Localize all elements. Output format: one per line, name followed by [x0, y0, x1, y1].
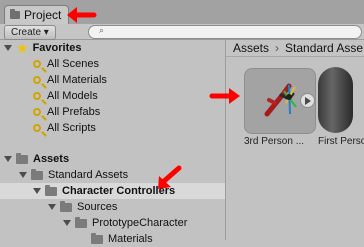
- red-arrow-annotation-icon: [67, 7, 97, 23]
- folder-icon: [10, 9, 20, 19]
- breadcrumb-separator: ›: [275, 41, 280, 55]
- favorite-item-all-prefabs[interactable]: All Prefabs: [33, 104, 100, 120]
- search-icon: [33, 108, 41, 116]
- tab-label: Project: [24, 8, 62, 22]
- chevron-down-icon: [33, 188, 41, 194]
- star-icon: ★: [16, 40, 29, 56]
- tree-label: PrototypeCharacter: [92, 217, 188, 229]
- capsule-prefab-icon[interactable]: [318, 67, 353, 133]
- search-icon: ⌕: [99, 25, 105, 35]
- red-arrow-annotation-icon: [158, 165, 182, 189]
- chevron-down-icon: [4, 156, 12, 162]
- favorite-label: All Models: [47, 90, 98, 102]
- search-icon: [33, 60, 41, 68]
- favorites-label: Favorites: [32, 42, 82, 54]
- favorite-label: All Prefabs: [47, 106, 101, 118]
- breadcrumb-item[interactable]: Assets: [233, 41, 269, 55]
- folder-icon: [16, 152, 28, 164]
- assets-header[interactable]: Assets: [4, 151, 69, 167]
- project-toolbar: Create ▾ ⌕: [0, 24, 364, 40]
- tree-item-character-controllers[interactable]: Character Controllers: [0, 183, 225, 199]
- tab-project[interactable]: Project: [4, 5, 70, 24]
- favorite-label: All Scripts: [47, 122, 96, 134]
- breadcrumb-item[interactable]: Standard Asse: [285, 41, 363, 55]
- favorite-item-all-models[interactable]: All Models: [33, 88, 98, 104]
- tree-label: Materials: [108, 233, 153, 245]
- search-input[interactable]: ⌕: [88, 25, 362, 39]
- red-arrow-annotation-icon: [209, 88, 240, 104]
- tree-label: Sources: [77, 201, 118, 213]
- tree-item-standard-assets[interactable]: Standard Assets: [19, 167, 128, 183]
- project-sidebar: ★ Favorites All Scenes All Materials All…: [0, 40, 226, 245]
- favorite-item-all-scripts[interactable]: All Scripts: [33, 120, 96, 136]
- chevron-down-icon: [19, 172, 27, 178]
- project-content: Assets › Standard Asse 3rd Person ... Fi…: [226, 40, 364, 240]
- folder-icon: [91, 232, 103, 244]
- search-icon: [33, 76, 41, 84]
- tree-item-prototype-character[interactable]: PrototypeCharacter: [63, 215, 187, 231]
- tree-label: Standard Assets: [48, 169, 129, 181]
- search-icon: [33, 124, 41, 132]
- tree-item-sources[interactable]: Sources: [48, 199, 117, 215]
- asset-label: First Perso: [318, 136, 364, 147]
- favorite-label: All Materials: [47, 74, 107, 86]
- panel-tab-bar: Project: [0, 0, 364, 25]
- create-button[interactable]: Create ▾: [4, 25, 56, 40]
- favorite-label: All Scenes: [47, 58, 99, 70]
- folder-icon: [75, 216, 87, 228]
- favorites-header[interactable]: ★ Favorites: [4, 40, 81, 56]
- chevron-down-icon: [48, 204, 56, 210]
- assets-label: Assets: [33, 153, 70, 165]
- folder-icon: [45, 184, 57, 196]
- play-icon[interactable]: [300, 93, 315, 108]
- search-icon: [33, 92, 41, 100]
- folder-icon: [31, 168, 43, 180]
- tree-item-materials[interactable]: Materials: [91, 231, 153, 247]
- chevron-down-icon: [4, 45, 12, 51]
- asset-label: 3rd Person ...: [244, 136, 305, 147]
- chevron-down-icon: [63, 220, 71, 226]
- breadcrumb: Assets › Standard Asse: [226, 40, 364, 57]
- folder-icon: [60, 200, 72, 212]
- favorite-item-all-scenes[interactable]: All Scenes: [33, 56, 99, 72]
- favorite-item-all-materials[interactable]: All Materials: [33, 72, 107, 88]
